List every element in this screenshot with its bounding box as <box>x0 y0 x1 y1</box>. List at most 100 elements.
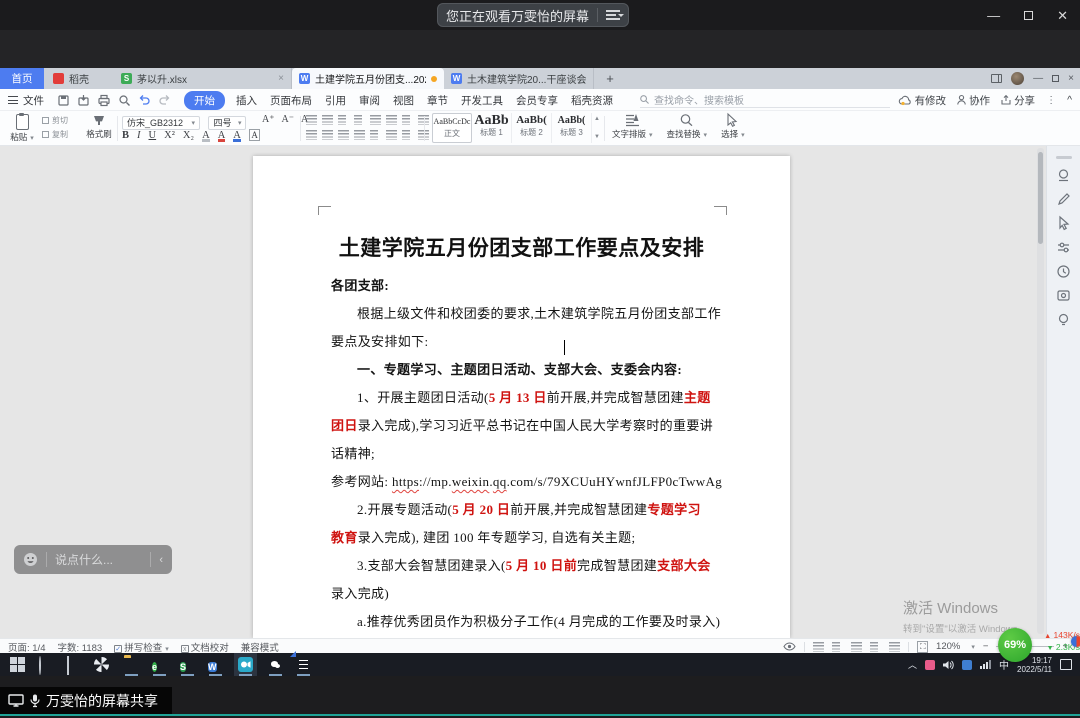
maximize-button[interactable] <box>1024 11 1033 20</box>
tray-app-icon[interactable] <box>962 660 972 670</box>
bold-button[interactable]: B <box>122 130 129 141</box>
copy-button[interactable]: 复制 <box>42 128 68 142</box>
wps-minimize-button[interactable]: — <box>1033 74 1043 84</box>
new-tab-button[interactable]: + <box>600 68 620 89</box>
tab-docer[interactable]: 稻壳 <box>46 68 112 89</box>
menu-tab-docer-resources[interactable]: 稻壳资源 <box>569 92 615 109</box>
menu-tab-home[interactable]: 开始 <box>184 91 225 110</box>
command-search-box[interactable]: 查找命令、搜索模板 <box>640 92 890 108</box>
text-layout-tool[interactable]: 文字排版▾ <box>612 113 653 140</box>
eye-protect-icon[interactable] <box>783 642 796 651</box>
chat-collapse-icon[interactable]: ‹ <box>159 554 163 566</box>
browser-button[interactable]: e <box>152 657 167 672</box>
ime-app-icon[interactable] <box>925 660 935 670</box>
text-direction-button[interactable] <box>386 115 397 125</box>
font-name-select[interactable]: 仿宋_GB2312▾ <box>122 116 200 130</box>
tab-close-icon[interactable]: × <box>278 73 284 84</box>
undo-icon[interactable] <box>139 95 150 105</box>
cut-button[interactable]: 剪切 <box>42 114 68 128</box>
zoom-level[interactable]: 120% <box>936 641 960 652</box>
justify-button[interactable] <box>354 130 365 140</box>
align-left-button[interactable] <box>306 130 317 140</box>
style-heading-3[interactable]: AaBb(标题 3 <box>552 113 592 143</box>
menu-tab-page-layout[interactable]: 页面布局 <box>268 92 314 109</box>
format-painter-button[interactable]: 格式刷 <box>84 114 114 140</box>
menu-tab-section[interactable]: 章节 <box>425 92 450 109</box>
adjust-tool-icon[interactable] <box>1056 240 1071 255</box>
shrink-font-button[interactable]: A⁻ <box>282 114 295 125</box>
share-button[interactable]: 分享 <box>1001 93 1035 108</box>
banner-menu-icon[interactable] <box>606 10 620 20</box>
red-app-button[interactable] <box>296 657 311 672</box>
print-preview-icon[interactable] <box>119 95 130 106</box>
network-icon[interactable] <box>980 660 991 669</box>
web-view-button[interactable] <box>870 642 881 652</box>
menu-tab-dev-tools[interactable]: 开发工具 <box>459 92 505 109</box>
find-replace-tool[interactable]: 查找替换▾ <box>667 113 708 140</box>
style-heading-1[interactable]: AaBb标题 1 <box>472 113 512 143</box>
highlight-button[interactable]: A <box>202 130 210 141</box>
ink-view-button[interactable] <box>889 642 900 652</box>
document-scrollbar[interactable] <box>1037 148 1044 634</box>
pointer-tool-icon[interactable] <box>1056 216 1071 231</box>
viewing-banner[interactable]: 您正在观看万雯怡的屏幕 <box>437 3 629 27</box>
menu-tab-review[interactable]: 审阅 <box>357 92 382 109</box>
line-spacing-button[interactable] <box>386 130 397 140</box>
start-button[interactable] <box>10 657 25 672</box>
chat-quick-bar[interactable]: 说点什么... ‹ <box>14 545 172 574</box>
modified-status[interactable]: 有修改 <box>899 93 947 108</box>
decrease-indent-button[interactable] <box>338 115 349 125</box>
ink-color-button[interactable]: A <box>218 130 226 141</box>
tab-document-2[interactable]: W 土木建筑学院20...干座谈会会议议程 <box>444 68 594 89</box>
menu-tab-references[interactable]: 引用 <box>323 92 348 109</box>
export-icon[interactable] <box>78 95 89 106</box>
proofing-toggle[interactable]: x文档校对 <box>181 640 229 654</box>
bullets-button[interactable] <box>306 115 317 125</box>
align-right-button[interactable] <box>338 130 349 140</box>
tab-home[interactable]: 首页 <box>0 68 44 89</box>
numbering-button[interactable] <box>322 115 333 125</box>
underline-button[interactable]: U <box>149 130 157 141</box>
screenshot-tool-icon[interactable] <box>1056 288 1071 303</box>
save-icon[interactable] <box>58 95 69 106</box>
collapse-ribbon-icon[interactable]: ^ <box>1067 94 1072 106</box>
collaborate-button[interactable]: 协作 <box>957 93 990 108</box>
redo-icon[interactable] <box>159 95 170 105</box>
meeting-app-button[interactable] <box>238 657 253 672</box>
wrap-button[interactable] <box>402 115 413 125</box>
page-view-button[interactable] <box>813 642 824 652</box>
history-tool-icon[interactable] <box>1056 264 1071 279</box>
subscript-button[interactable]: X₂ <box>183 130 194 141</box>
style-heading-2[interactable]: AaBb(标题 2 <box>512 113 552 143</box>
wps-restore-button[interactable] <box>1052 75 1059 82</box>
zoom-out-button[interactable]: − <box>983 641 989 652</box>
font-size-select[interactable]: 四号▾ <box>208 116 246 130</box>
spreadsheet-app-button[interactable]: S <box>180 657 195 672</box>
writer-app-button[interactable]: W <box>208 657 223 672</box>
scrollbar-thumb[interactable] <box>1038 152 1043 244</box>
paste-button[interactable]: 粘贴▾ <box>8 114 36 143</box>
outline-view-button[interactable] <box>832 642 843 652</box>
close-button[interactable]: ✕ <box>1057 9 1068 22</box>
accelerator-ball[interactable]: 69% <box>998 628 1032 662</box>
character-border-button[interactable]: A <box>249 129 261 141</box>
action-center-icon[interactable] <box>1060 659 1072 670</box>
two-page-view-button[interactable] <box>851 642 862 652</box>
increase-indent-button[interactable] <box>354 115 365 125</box>
asian-layout-button[interactable] <box>370 115 381 125</box>
spellcheck-toggle[interactable]: ✓拼写检查▾ <box>114 640 169 654</box>
wechat-button[interactable] <box>268 657 283 672</box>
task-view-button[interactable] <box>66 657 81 672</box>
tab-document-active[interactable]: W 土建学院五月份团支...2022-5(1) <box>292 68 444 89</box>
document-page[interactable]: 土建学院五月份团支部工作要点及安排 各团支部:根据上级文件和校团委的要求,土木建… <box>253 156 790 638</box>
network-speed-overlay[interactable]: ▲ 143K/s ▼ 2.3K/s <box>1034 630 1080 654</box>
align-center-button[interactable] <box>322 130 333 140</box>
select-tool[interactable]: 选择▾ <box>721 113 745 140</box>
fit-page-icon[interactable]: ⛶ <box>917 641 928 653</box>
superscript-button[interactable]: X² <box>164 130 175 141</box>
tray-expand-icon[interactable]: ︿ <box>908 658 917 671</box>
pen-tool-icon[interactable] <box>1056 192 1071 207</box>
file-menu[interactable]: 文件 <box>8 89 44 111</box>
skin-tool-icon[interactable] <box>1056 168 1071 183</box>
emoji-icon[interactable] <box>23 552 38 567</box>
